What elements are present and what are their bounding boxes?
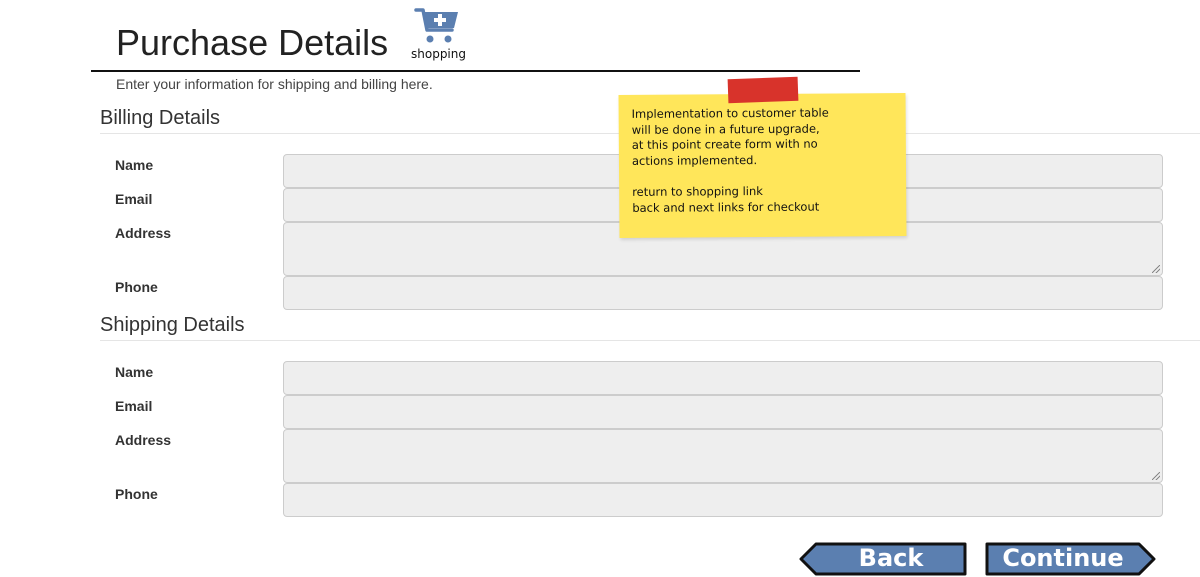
shipping-address-label: Address: [115, 432, 172, 448]
cart-caption: shopping: [411, 47, 466, 61]
resize-grip[interactable]: [1152, 265, 1160, 273]
sticky-tape: [727, 76, 799, 104]
billing-name-label: Name: [115, 157, 154, 173]
continue-button[interactable]: Continue: [984, 541, 1158, 577]
shopping-cart-plus-icon: [414, 8, 458, 43]
shipping-name-label: Name: [115, 364, 154, 380]
note-line: actions implemented.: [631, 152, 758, 168]
note-spacer: [632, 167, 892, 184]
billing-heading: Billing Details: [100, 107, 221, 129]
note-line: return to shopping link: [632, 183, 763, 199]
sticky-note: Implementation to customer table will be…: [618, 92, 907, 239]
continue-button-label: Continue: [1002, 544, 1124, 572]
page-subtitle: Enter your information for shipping and …: [116, 76, 433, 92]
resize-grip[interactable]: [1152, 472, 1160, 480]
billing-address-label: Address: [115, 225, 172, 241]
page-title: Purchase Details: [116, 22, 389, 63]
shipping-phone-field[interactable]: [283, 483, 1163, 517]
billing-email-label: Email: [115, 191, 153, 207]
shipping-divider: [100, 340, 1200, 341]
shipping-name-field[interactable]: [283, 361, 1163, 395]
shipping-heading: Shipping Details: [100, 314, 245, 336]
shipping-address-field[interactable]: [283, 429, 1163, 483]
note-line: Implementation to customer table: [631, 105, 829, 121]
billing-phone-field[interactable]: [283, 276, 1163, 310]
note-line: at this point create form with no: [631, 136, 818, 153]
shipping-email-label: Email: [115, 398, 153, 414]
shipping-email-field[interactable]: [283, 395, 1163, 429]
shopping-cart-link[interactable]: shopping: [408, 6, 468, 62]
title-divider: [91, 70, 860, 72]
note-line: will be done in a future upgrade,: [631, 121, 820, 137]
billing-phone-label: Phone: [115, 279, 158, 295]
back-button-label: Back: [858, 544, 924, 572]
note-line: back and next links for checkout: [632, 199, 820, 215]
shipping-phone-label: Phone: [115, 486, 158, 502]
back-button[interactable]: Back: [798, 541, 970, 577]
